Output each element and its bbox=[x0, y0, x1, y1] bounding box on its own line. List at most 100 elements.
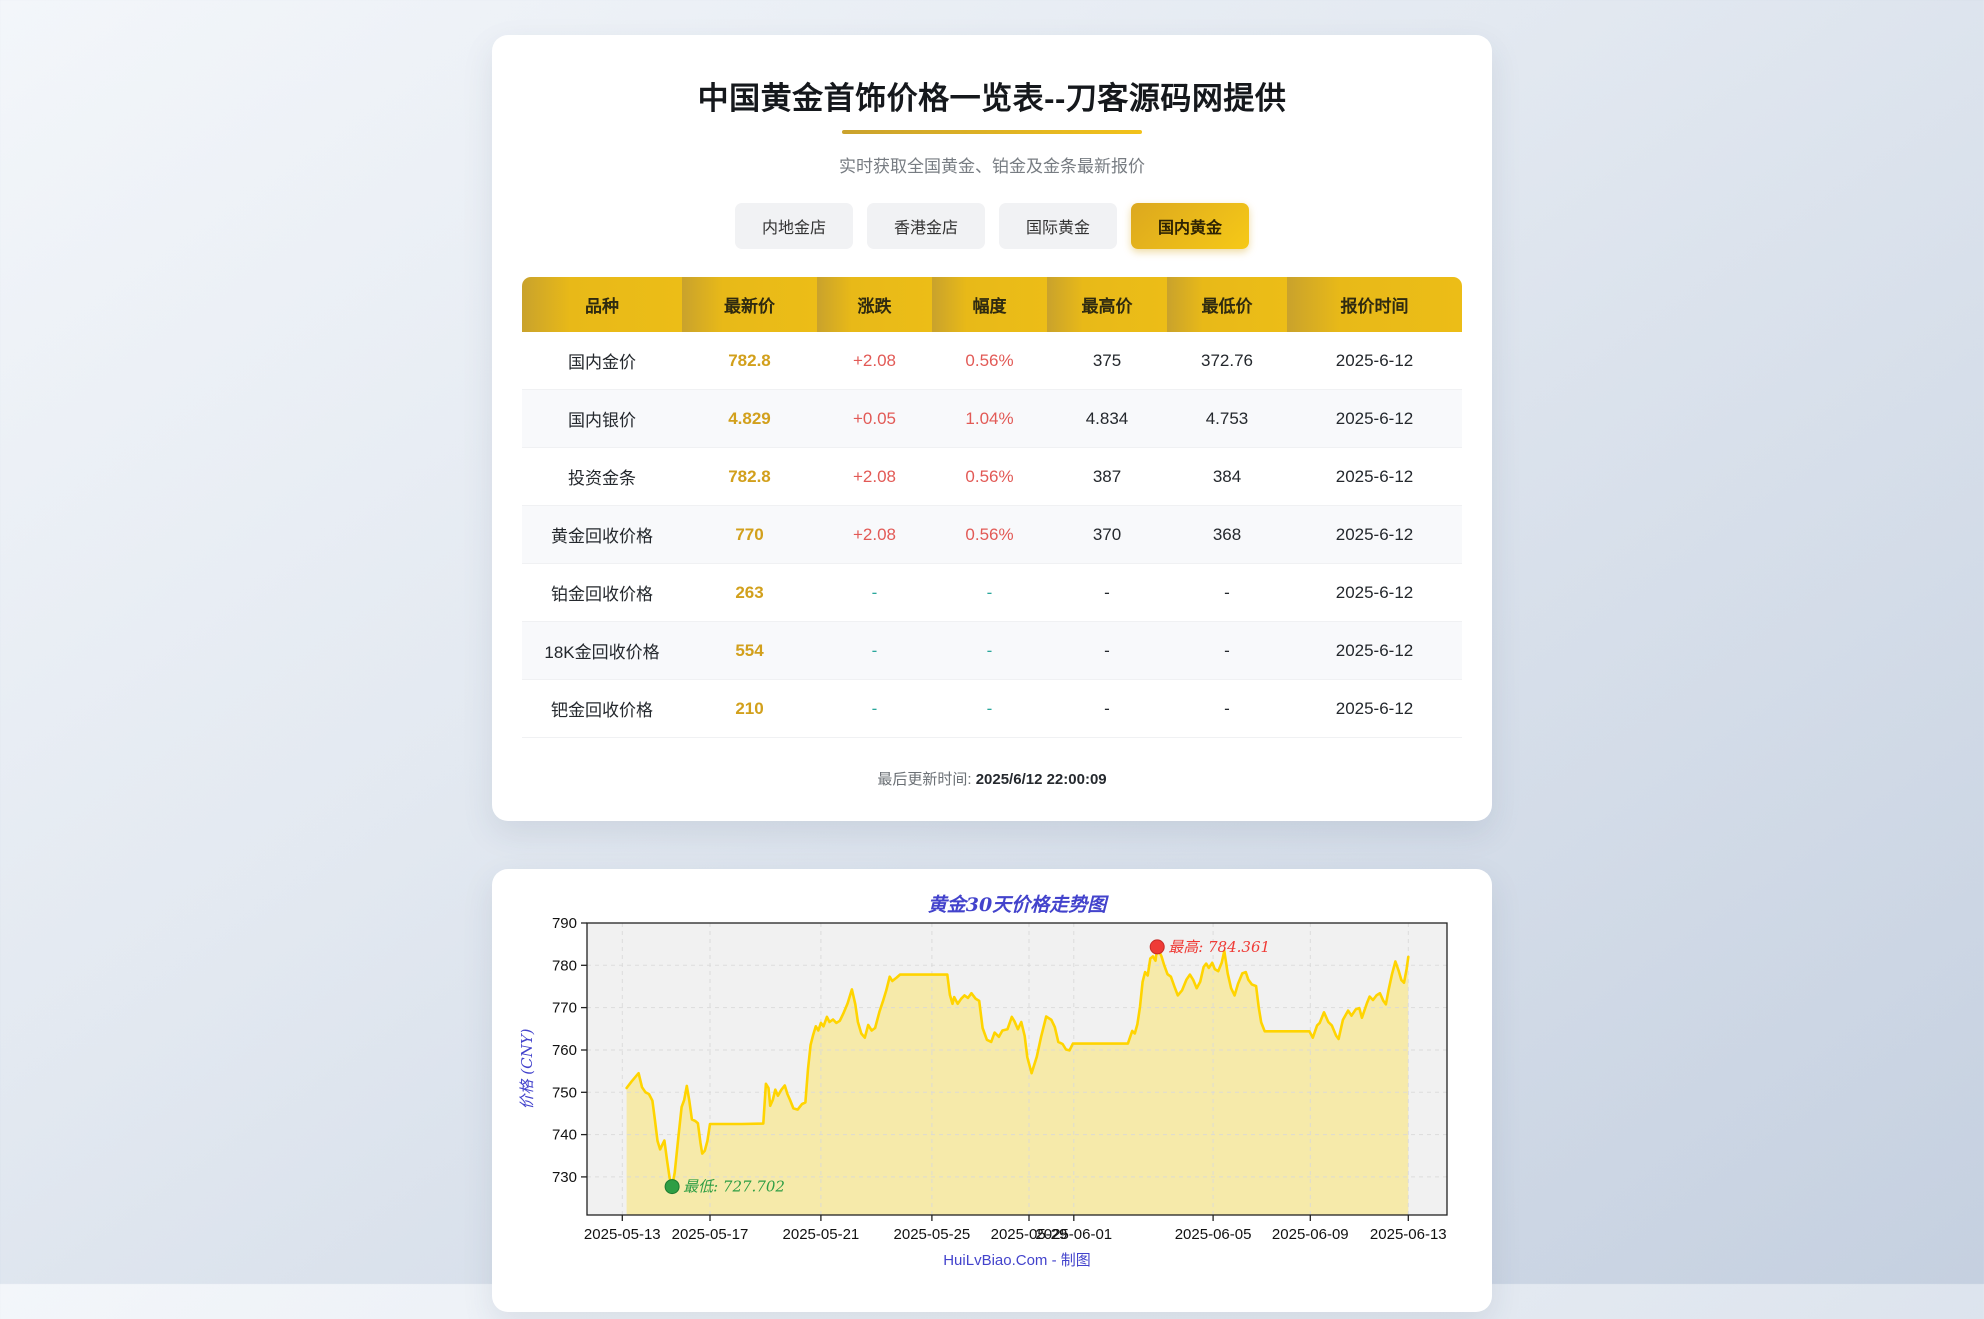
table-cell: +0.05 bbox=[817, 390, 932, 448]
x-tick-label: 2025-06-01 bbox=[1035, 1226, 1112, 1243]
x-tick-label: 2025-06-13 bbox=[1370, 1226, 1447, 1243]
title-underline bbox=[842, 130, 1142, 134]
table-cell: 2025-6-12 bbox=[1287, 680, 1462, 738]
page-subtitle: 实时获取全国黄金、铂金及金条最新报价 bbox=[522, 152, 1462, 177]
y-tick-label: 750 bbox=[552, 1084, 577, 1101]
table-cell: 210 bbox=[682, 680, 817, 738]
last-updated-label: 最后更新时间: bbox=[877, 771, 971, 788]
x-tick-label: 2025-05-13 bbox=[584, 1226, 661, 1243]
table-row: 18K金回收价格554----2025-6-12 bbox=[522, 622, 1462, 680]
y-tick-label: 790 bbox=[552, 915, 577, 932]
table-cell: 770 bbox=[682, 506, 817, 564]
tab-4[interactable]: 国内黄金 bbox=[1131, 203, 1249, 249]
table-cell: 4.829 bbox=[682, 390, 817, 448]
y-tick-label: 770 bbox=[552, 999, 577, 1016]
y-tick-label: 760 bbox=[552, 1042, 577, 1059]
table-cell: - bbox=[932, 622, 1047, 680]
table-cell: 554 bbox=[682, 622, 817, 680]
table-cell: 4.753 bbox=[1167, 390, 1287, 448]
table-cell: - bbox=[1167, 564, 1287, 622]
table-row: 黄金回收价格770+2.080.56%3703682025-6-12 bbox=[522, 506, 1462, 564]
page-title: 中国黄金首饰价格一览表--刀客源码网提供 bbox=[522, 73, 1462, 118]
table-header: 品种最新价涨跌幅度最高价最低价报价时间 bbox=[522, 277, 1462, 332]
table-cell: 2025-6-12 bbox=[1287, 506, 1462, 564]
table-cell: 2025-6-12 bbox=[1287, 564, 1462, 622]
col-header: 幅度 bbox=[932, 277, 1047, 332]
tab-2[interactable]: 香港金店 bbox=[867, 203, 985, 249]
tab-3[interactable]: 国际黄金 bbox=[999, 203, 1117, 249]
table-cell: - bbox=[817, 564, 932, 622]
chart-watermark: HuiLvBiao.Com - 制图 bbox=[943, 1252, 1091, 1269]
table-cell: 0.56% bbox=[932, 332, 1047, 390]
price-table-card: 中国黄金首饰价格一览表--刀客源码网提供 实时获取全国黄金、铂金及金条最新报价 … bbox=[492, 35, 1492, 821]
table-cell: 4.834 bbox=[1047, 390, 1167, 448]
table-cell: 2025-6-12 bbox=[1287, 622, 1462, 680]
y-tick-label: 780 bbox=[552, 957, 577, 974]
table-row: 钯金回收价格210----2025-6-12 bbox=[522, 680, 1462, 738]
table-cell: 2025-6-12 bbox=[1287, 390, 1462, 448]
table-cell: 387 bbox=[1047, 448, 1167, 506]
tab-bar: 内地金店香港金店国际黄金国内黄金 bbox=[522, 203, 1462, 249]
table-cell: 263 bbox=[682, 564, 817, 622]
chart-svg: 黄金30天价格走势图最高: 784.361 最低: 727.702 730 740 75… bbox=[512, 889, 1472, 1293]
col-header: 最新价 bbox=[682, 277, 817, 332]
table-cell: - bbox=[1047, 622, 1167, 680]
col-header: 最高价 bbox=[1047, 277, 1167, 332]
tab-1[interactable]: 内地金店 bbox=[735, 203, 853, 249]
x-tick-label: 2025-06-05 bbox=[1175, 1226, 1252, 1243]
table-cell: +2.08 bbox=[817, 332, 932, 390]
table-row: 投资金条782.8+2.080.56%3873842025-6-12 bbox=[522, 448, 1462, 506]
last-updated: 最后更新时间: 2025/6/12 22:00:09 bbox=[522, 768, 1462, 789]
table-cell: 370 bbox=[1047, 506, 1167, 564]
table-cell: 钯金回收价格 bbox=[522, 680, 682, 738]
table-cell: 782.8 bbox=[682, 332, 817, 390]
table-cell: 铂金回收价格 bbox=[522, 564, 682, 622]
table-cell: +2.08 bbox=[817, 448, 932, 506]
y-axis-label: 价格 (CNY) bbox=[518, 1028, 536, 1109]
table-cell: 2025-6-12 bbox=[1287, 332, 1462, 390]
table-cell: 1.04% bbox=[932, 390, 1047, 448]
table-cell: 国内银价 bbox=[522, 390, 682, 448]
table-row: 国内金价782.8+2.080.56%375372.762025-6-12 bbox=[522, 332, 1462, 390]
gold-trend-chart: 黄金30天价格走势图最高: 784.361 最低: 727.702 730 740 75… bbox=[512, 889, 1472, 1293]
last-updated-value: 2025/6/12 22:00:09 bbox=[976, 771, 1107, 788]
min-annotation: 最低: 727.702 bbox=[683, 1177, 785, 1195]
col-header: 报价时间 bbox=[1287, 277, 1462, 332]
y-tick-label: 730 bbox=[552, 1168, 577, 1185]
table-cell: - bbox=[1047, 680, 1167, 738]
x-tick-label: 2025-05-21 bbox=[783, 1226, 860, 1243]
max-annotation: 最高: 784.361 bbox=[1168, 937, 1270, 955]
x-tick-label: 2025-06-09 bbox=[1272, 1226, 1349, 1243]
max-marker-icon bbox=[1150, 939, 1164, 953]
table-cell: 投资金条 bbox=[522, 448, 682, 506]
y-tick-label: 740 bbox=[552, 1126, 577, 1143]
table-cell: 782.8 bbox=[682, 448, 817, 506]
table-cell: 18K金回收价格 bbox=[522, 622, 682, 680]
gold-price-table: 品种最新价涨跌幅度最高价最低价报价时间 国内金价782.8+2.080.56%3… bbox=[522, 277, 1462, 738]
table-cell: 368 bbox=[1167, 506, 1287, 564]
col-header: 最低价 bbox=[1167, 277, 1287, 332]
table-cell: - bbox=[1167, 622, 1287, 680]
table-cell: 0.56% bbox=[932, 448, 1047, 506]
table-row: 铂金回收价格263----2025-6-12 bbox=[522, 564, 1462, 622]
table-cell: 2025-6-12 bbox=[1287, 448, 1462, 506]
table-cell: 0.56% bbox=[932, 506, 1047, 564]
col-header: 涨跌 bbox=[817, 277, 932, 332]
table-cell: - bbox=[1167, 680, 1287, 738]
chart-title: 黄金30天价格走势图 bbox=[928, 894, 1109, 916]
table-cell: - bbox=[932, 564, 1047, 622]
table-cell: - bbox=[817, 622, 932, 680]
min-marker-icon bbox=[665, 1179, 679, 1193]
table-cell: 375 bbox=[1047, 332, 1167, 390]
trend-chart-card: 黄金30天价格走势图最高: 784.361 最低: 727.702 730 740 75… bbox=[492, 869, 1492, 1312]
table-cell: 384 bbox=[1167, 448, 1287, 506]
table-row: 国内银价4.829+0.051.04%4.8344.7532025-6-12 bbox=[522, 390, 1462, 448]
col-header: 品种 bbox=[522, 277, 682, 332]
table-cell: 国内金价 bbox=[522, 332, 682, 390]
x-tick-label: 2025-05-25 bbox=[894, 1226, 971, 1243]
table-cell: - bbox=[817, 680, 932, 738]
x-tick-label: 2025-05-17 bbox=[672, 1226, 749, 1243]
table-cell: - bbox=[932, 680, 1047, 738]
table-cell: 372.76 bbox=[1167, 332, 1287, 390]
table-cell: - bbox=[1047, 564, 1167, 622]
